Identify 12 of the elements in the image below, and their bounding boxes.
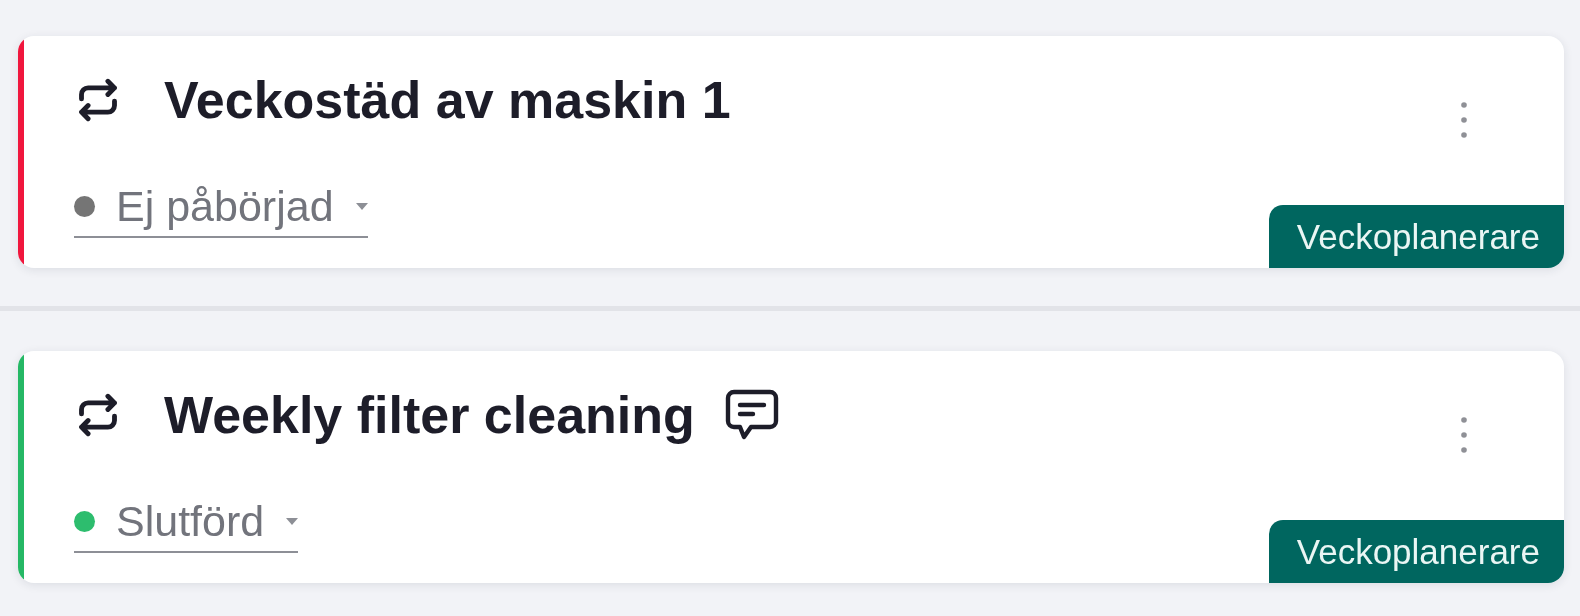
task-card[interactable]: Veckostäd av maskin 1 Ej påbörjad Veckoplanerare	[18, 36, 1564, 268]
category-tag: Veckoplanerare	[1268, 205, 1564, 268]
category-tag: Veckoplanerare	[1268, 520, 1564, 583]
task-card[interactable]: Weekly filter cleaning Slutförd Veckoplanerare	[18, 351, 1564, 583]
kebab-menu-icon[interactable]	[1460, 102, 1468, 138]
status-dropdown[interactable]: Slutförd	[74, 495, 299, 553]
caret-icon	[286, 517, 299, 525]
task-title: Veckostäd av maskin 1	[164, 70, 731, 130]
kebab-menu-icon[interactable]	[1460, 417, 1468, 453]
caret-icon	[355, 202, 368, 210]
task-title: Weekly filter cleaning	[164, 385, 695, 445]
status-dropdown[interactable]: Ej påbörjad	[74, 180, 368, 238]
